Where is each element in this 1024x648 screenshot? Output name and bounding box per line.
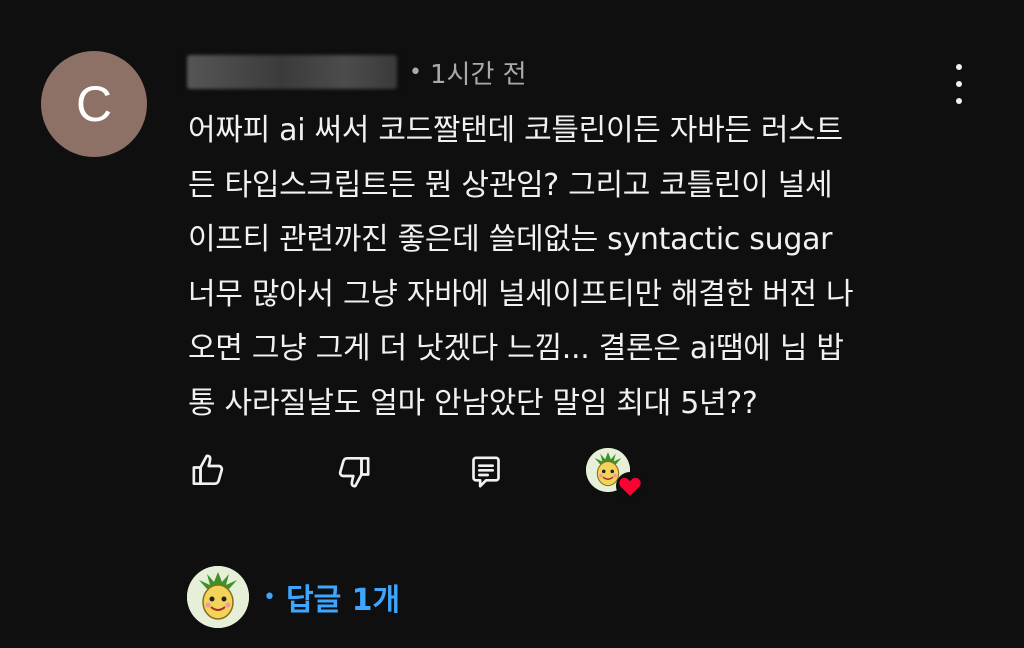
more-actions-icon[interactable] [944, 64, 974, 104]
replies-count-link[interactable]: 답글 1개 [286, 575, 400, 619]
author-avatar[interactable]: C [41, 51, 147, 157]
comment-text-line: 너무 많아서 그냥 자바에 널세이프티만 해결한 버전 나 [188, 276, 854, 312]
comment-text-line: 이프티 관련까진 좋은데 쓸데없는 syntactic sugar [188, 222, 833, 257]
comment-header: • 1시간 전 [187, 52, 527, 92]
heart-icon [616, 472, 644, 500]
comment-text-line: 든 타입스크립트든 뭔 상관임? 그리고 코틀린이 널세 [188, 167, 833, 203]
reply-comment-icon[interactable] [466, 452, 506, 492]
kebab-dot [956, 64, 962, 70]
replies-separator: • [263, 584, 276, 610]
view-replies-button[interactable]: • 답글 1개 [187, 566, 400, 628]
comment-thread: C • 1시간 전 어짜피 ai 써서 코드짤탠데 코틀린이든 자바든 러스트 … [0, 0, 1024, 648]
author-name-blurred[interactable] [187, 55, 397, 89]
creator-heart [586, 448, 644, 500]
kebab-dot [956, 81, 962, 87]
comment-timestamp[interactable]: 1시간 전 [430, 54, 527, 91]
comment-text-line: 통 사라질날도 얼마 안남았단 말임 최대 5년?? [188, 385, 758, 421]
thumbs-down-icon[interactable] [334, 452, 374, 492]
comment-text-line: 어짜피 ai 써서 코드짤탠데 코틀린이든 자바든 러스트 [188, 113, 843, 148]
reply-author-avatar [187, 566, 249, 628]
comment-text: 어짜피 ai 써서 코드짤탠데 코틀린이든 자바든 러스트 든 타입스크립트든 … [188, 104, 958, 431]
meta-separator: • [409, 59, 422, 85]
thumbs-up-icon[interactable] [188, 450, 228, 490]
comment-text-line: 오면 그냥 그게 더 낫겠다 느낌... 결론은 ai땜에 님 밥 [188, 331, 844, 366]
